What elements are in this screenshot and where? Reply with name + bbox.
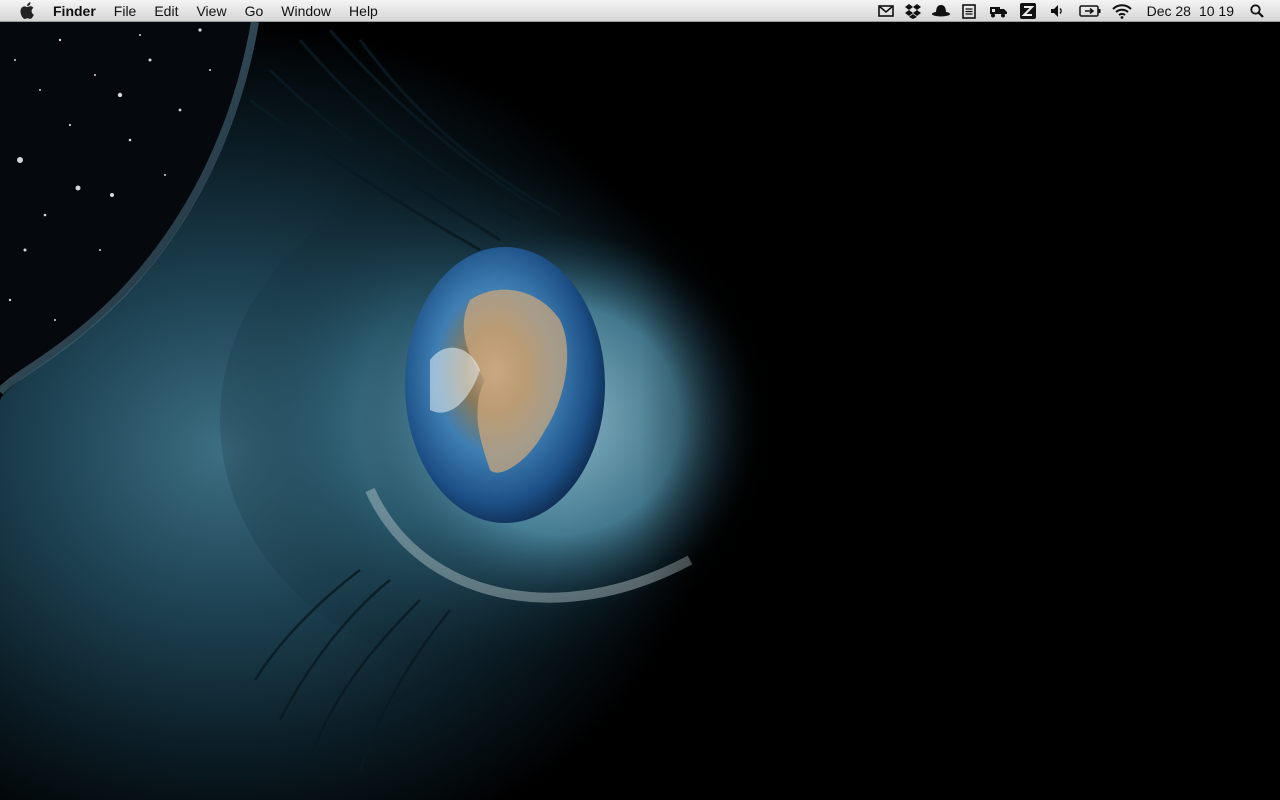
clock-time: 10 19 — [1198, 3, 1234, 19]
menu-bar-left: Finder File Edit View Go Window Help — [0, 0, 387, 22]
apple-logo-icon[interactable] — [16, 0, 38, 22]
menu-bar: Finder File Edit View Go Window Help Dec… — [0, 0, 1280, 22]
clock-date: Dec 28 — [1146, 3, 1191, 19]
notes-icon[interactable] — [955, 0, 983, 22]
menu-help[interactable]: Help — [340, 0, 387, 22]
desktop-wallpaper — [0, 0, 1280, 800]
mail-icon[interactable] — [873, 0, 899, 22]
menu-file[interactable]: File — [105, 0, 146, 22]
spotlight-search-icon[interactable] — [1234, 0, 1280, 22]
hardware-badge-icon[interactable] — [983, 0, 1013, 22]
menu-go[interactable]: Go — [236, 0, 273, 22]
volume-icon[interactable] — [1043, 0, 1073, 22]
menu-bar-clock[interactable]: Dec 28 10 19 — [1147, 0, 1234, 22]
bowler-hat-icon[interactable] — [927, 0, 955, 22]
battery-icon[interactable] — [1073, 0, 1107, 22]
menu-view[interactable]: View — [187, 0, 235, 22]
z-badge-icon[interactable] — [1013, 0, 1043, 22]
dropbox-icon[interactable] — [899, 0, 927, 22]
menu-window[interactable]: Window — [272, 0, 340, 22]
menu-bar-status-area: Dec 28 10 19 — [873, 0, 1280, 22]
menu-app-finder[interactable]: Finder — [46, 0, 105, 22]
wifi-icon[interactable] — [1107, 0, 1137, 22]
menu-edit[interactable]: Edit — [145, 0, 187, 22]
